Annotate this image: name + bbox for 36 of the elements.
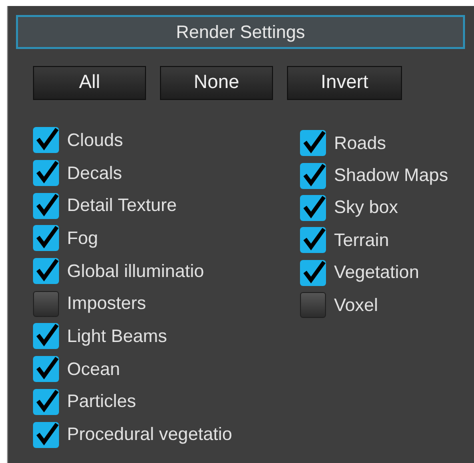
checkbox[interactable] [33,127,59,154]
checkbox-label: Sky box [334,197,398,218]
checkbox-label: Detail Texture [67,195,177,216]
toggle-button[interactable]: All [33,66,146,100]
checkbox-label: Global illuminatio [67,260,204,282]
checkbox-label: Clouds [67,130,124,151]
checkbox[interactable] [33,258,59,284]
checkbox-label: Imposters [67,293,146,314]
checkbox[interactable] [300,130,326,156]
checkbox-label: Ocean [67,358,120,380]
checkbox[interactable] [33,356,59,382]
checkbox[interactable] [33,422,59,448]
checkbox[interactable] [300,162,326,189]
checkbox-label: Particles [67,391,136,412]
checkbox-label: Vegetation [334,262,420,284]
checkbox-label: Voxel [334,294,378,316]
checkbox-label: Roads [334,132,386,154]
checkbox-label: Terrain [334,230,390,251]
panel-title: Render Settings [16,15,465,49]
checkbox[interactable] [33,323,59,350]
checkbox-label: Decals [67,162,122,184]
checkbox[interactable] [33,160,59,186]
checkbox[interactable] [33,388,59,415]
checkbox-label: Shadow Maps [334,165,448,186]
checkbox[interactable] [33,290,59,317]
toggle-button[interactable]: None [160,66,273,100]
checkbox[interactable] [300,227,326,254]
checkbox[interactable] [33,192,59,219]
checkbox-label: Light Beams [67,326,168,347]
checkbox[interactable] [33,225,59,252]
checkbox[interactable] [300,292,326,318]
checkbox[interactable] [300,260,326,286]
toggle-button[interactable]: Invert [287,66,402,100]
checkbox-label: Procedural vegetatio [67,424,232,446]
checkbox-label: Fog [67,228,98,249]
checkbox[interactable] [300,194,326,221]
